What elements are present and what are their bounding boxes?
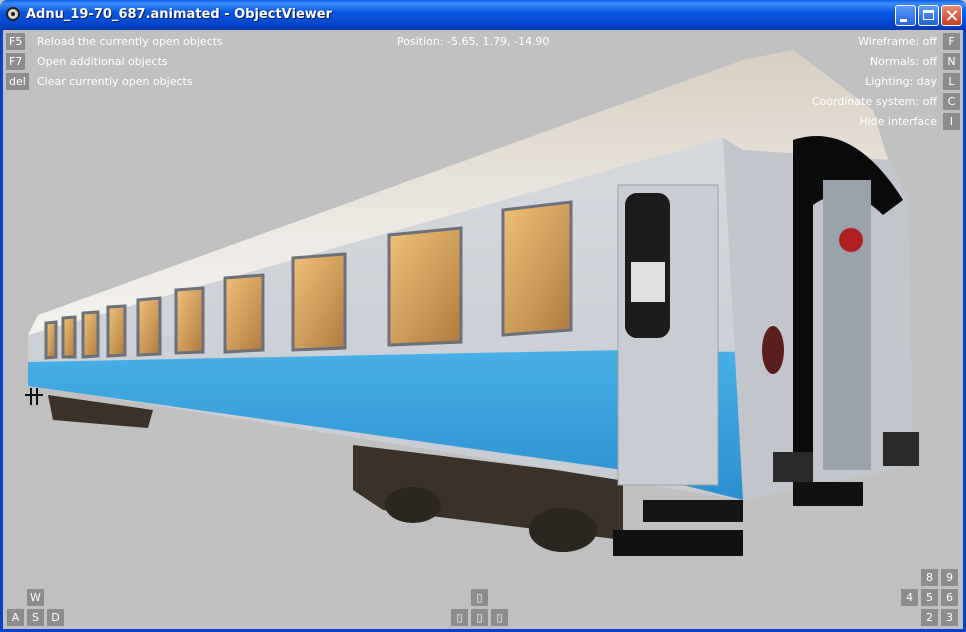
key-f[interactable]: F [943,33,960,50]
train-car-model [25,50,919,556]
end-lamp [839,228,863,252]
key-num-6[interactable]: 6 [941,589,958,606]
key-arrow-left[interactable]: ▯ [451,609,468,626]
normals-label: Normals: off [869,55,937,68]
front-coupler [25,388,43,405]
key-arrow-down[interactable]: ▯ [471,609,488,626]
app-icon[interactable] [6,7,20,21]
maximize-button[interactable] [918,5,939,26]
key-f5[interactable]: F5 [6,33,26,50]
key-num-5[interactable]: 5 [921,589,938,606]
hide-interface-label: Hide interface [859,115,937,128]
key-num-9[interactable]: 9 [941,569,958,586]
key-a[interactable]: A [7,609,24,626]
end-door [823,180,871,470]
close-button[interactable] [941,5,962,26]
key-num-8[interactable]: 8 [921,569,938,586]
coordinate-system-label: Coordinate system: off [811,95,937,108]
wireframe-label: Wireframe: off [858,35,937,48]
position-readout: Position: -5.65, 1.79, -14.90 [397,35,550,48]
tail-lamp [762,326,784,374]
key-c[interactable]: C [943,93,960,110]
key-arrow-right[interactable]: ▯ [491,609,508,626]
3d-viewport[interactable]: F5 Reload the currently open objects F7 … [3,30,963,629]
minimize-button[interactable] [895,5,916,26]
key-w[interactable]: W [27,589,44,606]
key-arrow-up[interactable]: ▯ [471,589,488,606]
open-label: Open additional objects [37,55,168,68]
key-d[interactable]: D [47,609,64,626]
key-num-2[interactable]: 2 [921,609,938,626]
title-bar[interactable]: Adnu_19-70_687.animated - ObjectViewer [0,0,966,30]
key-f7[interactable]: F7 [6,53,26,70]
window-title: Adnu_19-70_687.animated - ObjectViewer [26,7,333,22]
key-n[interactable]: N [943,53,960,70]
reload-label: Reload the currently open objects [37,35,223,48]
key-num-4[interactable]: 4 [901,589,918,606]
lighting-label: Lighting: day [865,75,937,88]
door-notice [631,262,665,302]
key-i[interactable]: I [943,113,960,130]
key-num-3[interactable]: 3 [941,609,958,626]
key-del[interactable]: del [6,73,29,90]
key-l[interactable]: L [943,73,960,90]
clear-label: Clear currently open objects [37,75,193,88]
key-s[interactable]: S [27,609,44,626]
objectviewer-window: Adnu_19-70_687.animated - ObjectViewer F… [0,0,966,632]
